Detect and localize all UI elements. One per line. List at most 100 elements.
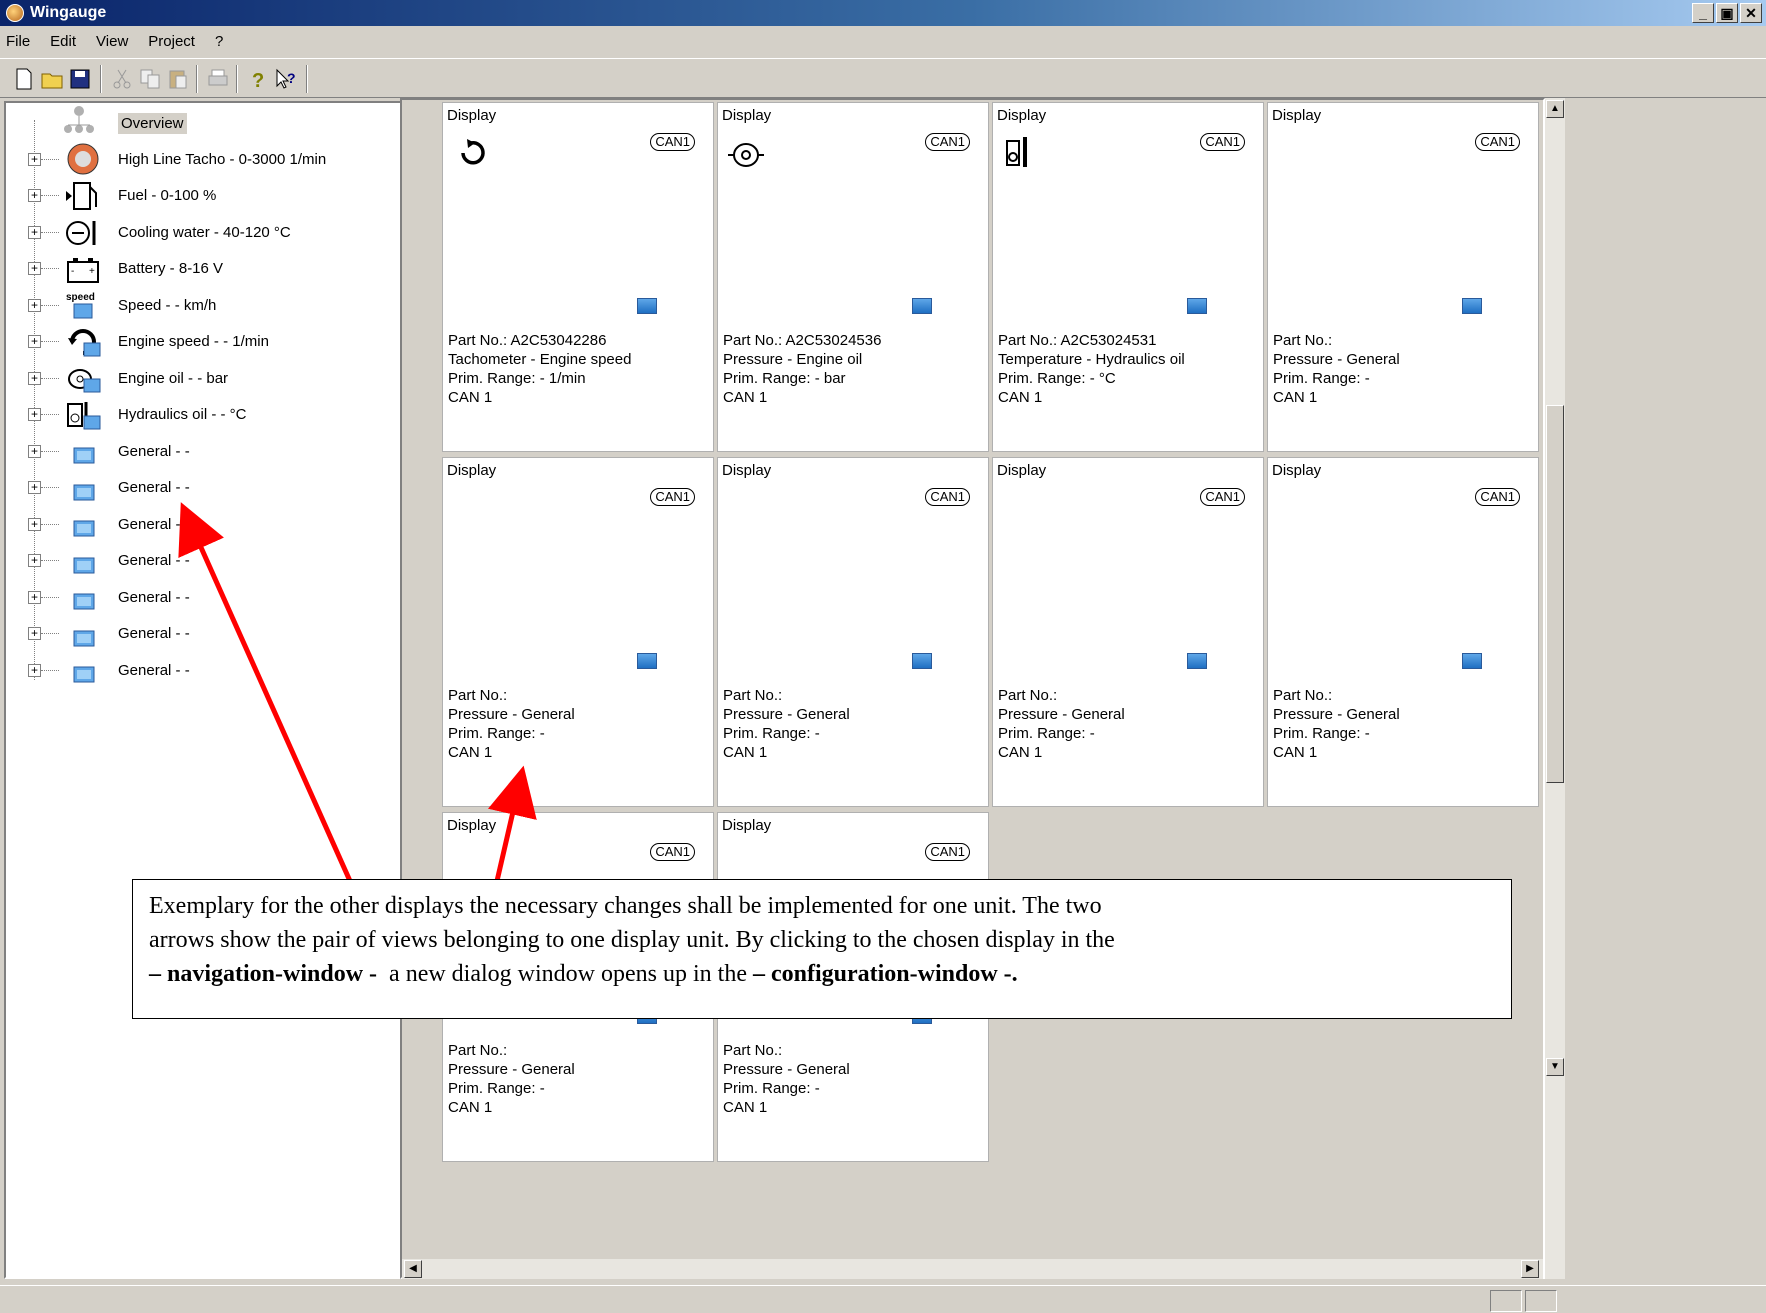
tree-item[interactable]: + General - - [6, 433, 436, 469]
display-monitor-icon[interactable] [1187, 298, 1207, 314]
scroll-up-button[interactable]: ▲ [1546, 100, 1564, 118]
tree-item[interactable]: + Cooling water - 40-120 °C [6, 214, 436, 250]
scroll-down-button[interactable]: ▼ [1546, 1058, 1564, 1076]
tree-item[interactable]: + General - - [6, 652, 436, 688]
part-number: Part No.: [1273, 332, 1333, 349]
close-button[interactable]: ✕ [1740, 3, 1762, 23]
cut-icon[interactable] [110, 67, 134, 91]
annotation-line: – navigation-window - a new dialog windo… [149, 961, 1018, 987]
display-monitor-icon[interactable] [1187, 653, 1207, 669]
expand-icon[interactable]: + [28, 408, 41, 421]
can-badge: CAN1 [1200, 133, 1245, 151]
hydraulics-oil-icon [67, 401, 101, 429]
expand-icon[interactable]: + [28, 262, 41, 275]
expand-icon[interactable]: + [28, 444, 41, 458]
tree-item[interactable]: + High Line Tacho - 0-3000 1/min [6, 141, 436, 177]
print-icon[interactable] [206, 67, 230, 91]
primary-range: Prim. Range: - [723, 725, 820, 742]
navigation-window: Overview + High Line Tacho - 0-3000 1/min… [4, 101, 442, 1279]
scroll-thumb[interactable] [1546, 405, 1564, 783]
primary-range: Prim. Range: - bar [723, 370, 846, 387]
tree-item[interactable]: + Engine oil - - bar [6, 360, 436, 396]
scroll-right-button[interactable]: ▶ [1521, 1260, 1539, 1278]
display-icon [73, 666, 95, 683]
paste-icon[interactable] [166, 67, 190, 91]
menu-project[interactable]: Project [148, 33, 195, 50]
tree-item[interactable]: + Engine speed - - 1/min [6, 324, 436, 360]
bus-label: CAN 1 [1273, 389, 1318, 406]
expand-icon[interactable]: + [28, 627, 41, 640]
tree-item[interactable]: + General - - [6, 543, 436, 579]
tree-item[interactable]: + General - - [6, 579, 436, 615]
display-card[interactable]: Display CAN1 Part No.: Pressure - General Pr… [442, 457, 714, 807]
display-monitor-icon[interactable] [1462, 298, 1482, 314]
restore-button[interactable]: ▣ [1716, 3, 1738, 23]
display-icon [73, 520, 95, 537]
horizontal-scrollbar[interactable]: ◀ ▶ [402, 1259, 1543, 1279]
display-monitor-icon[interactable] [637, 653, 657, 669]
svg-text:-: - [71, 266, 74, 277]
can-badge: CAN1 [925, 843, 970, 861]
hydraulic-temp-icon [1006, 137, 1027, 167]
menu-view[interactable]: View [96, 33, 128, 50]
display-monitor-icon[interactable] [912, 298, 932, 314]
display-title: Display [722, 817, 772, 834]
expand-icon[interactable]: + [28, 554, 41, 567]
bus-label: CAN 1 [1273, 744, 1318, 761]
tree-item[interactable]: + Fuel - 0-100 % [6, 178, 436, 214]
display-type: Pressure - General [998, 706, 1125, 723]
tree-item-label: High Line Tacho - 0-3000 1/min [118, 150, 327, 168]
expand-icon[interactable]: + [28, 335, 41, 348]
copy-icon[interactable] [138, 67, 162, 91]
help-icon[interactable]: ? [246, 67, 270, 91]
scroll-left-button[interactable]: ◀ [404, 1260, 422, 1278]
display-card[interactable]: Display CAN1 Part No.: Pressure - General Pr… [1267, 457, 1539, 807]
expand-icon[interactable]: + [28, 663, 41, 677]
tree-item[interactable]: + speed Speed - - km/h [6, 287, 436, 323]
expand-icon[interactable]: + [28, 371, 41, 385]
part-number: Part No.: [723, 1042, 783, 1059]
expand-icon[interactable]: + [28, 152, 41, 166]
menu-edit[interactable]: Edit [50, 33, 76, 50]
menu-file[interactable]: File [6, 33, 30, 50]
display-title: Display [997, 107, 1047, 124]
display-monitor-icon[interactable] [912, 653, 932, 669]
configuration-window: Display CAN1 Part No.: A2C53042286 Tachomet… [400, 98, 1545, 1279]
expand-icon[interactable]: + [28, 590, 41, 604]
tree-item-overview[interactable]: Overview [6, 105, 436, 141]
display-card[interactable]: Display CAN1 Part No.: A2C53042286 Tachomet… [442, 102, 714, 452]
tree-item-label: General - - [118, 661, 190, 679]
tree-item[interactable]: + General - - [6, 616, 436, 652]
expand-icon[interactable]: + [28, 517, 41, 531]
display-card[interactable]: Display CAN1 Part No.: Pressure - General Pr… [717, 457, 989, 807]
tree-item[interactable]: + Hydraulics oil - - °C [6, 397, 436, 433]
context-help-icon[interactable]: ? [274, 67, 298, 91]
display-card[interactable]: Display CAN1 Part No.: A2C53024531 Temperat… [992, 102, 1264, 452]
expand-icon[interactable]: + [28, 298, 41, 312]
display-type: Tachometer - Engine speed [448, 351, 632, 368]
speed-icon: speed [66, 292, 95, 319]
menu-help[interactable]: ? [215, 33, 223, 50]
display-card[interactable]: Display CAN1 Part No.: Pressure - General Pr… [1267, 102, 1539, 452]
minimize-button[interactable]: _ [1692, 3, 1714, 23]
new-file-icon[interactable] [12, 67, 36, 91]
tree-item-label: General - - [118, 552, 190, 569]
tree-item[interactable]: + General - - [6, 506, 436, 542]
can-badge: CAN1 [1200, 488, 1245, 506]
expand-icon[interactable]: + [28, 189, 41, 202]
vertical-scrollbar[interactable]: ▲ ▼ [1545, 98, 1565, 1279]
display-card[interactable]: Display CAN1 Part No.: Pressure - General Pr… [992, 457, 1264, 807]
svg-text:+: + [89, 266, 95, 277]
display-type: Pressure - General [1273, 706, 1400, 723]
annotation-box: Exemplary for the other displays the nec… [132, 879, 1512, 1019]
tree-item[interactable]: + - + Battery - 8-16 V [6, 251, 436, 287]
expand-icon[interactable]: + [28, 225, 41, 239]
save-icon[interactable] [68, 67, 92, 91]
display-monitor-icon[interactable] [637, 298, 657, 314]
display-card[interactable]: Display CAN1 Part No.: A2C53024536 Pressure… [717, 102, 989, 452]
tree-item[interactable]: + General - - [6, 470, 436, 506]
open-folder-icon[interactable] [40, 67, 64, 91]
expand-icon[interactable]: + [28, 481, 41, 494]
display-monitor-icon[interactable] [1462, 653, 1482, 669]
bus-label: CAN 1 [448, 1099, 493, 1116]
